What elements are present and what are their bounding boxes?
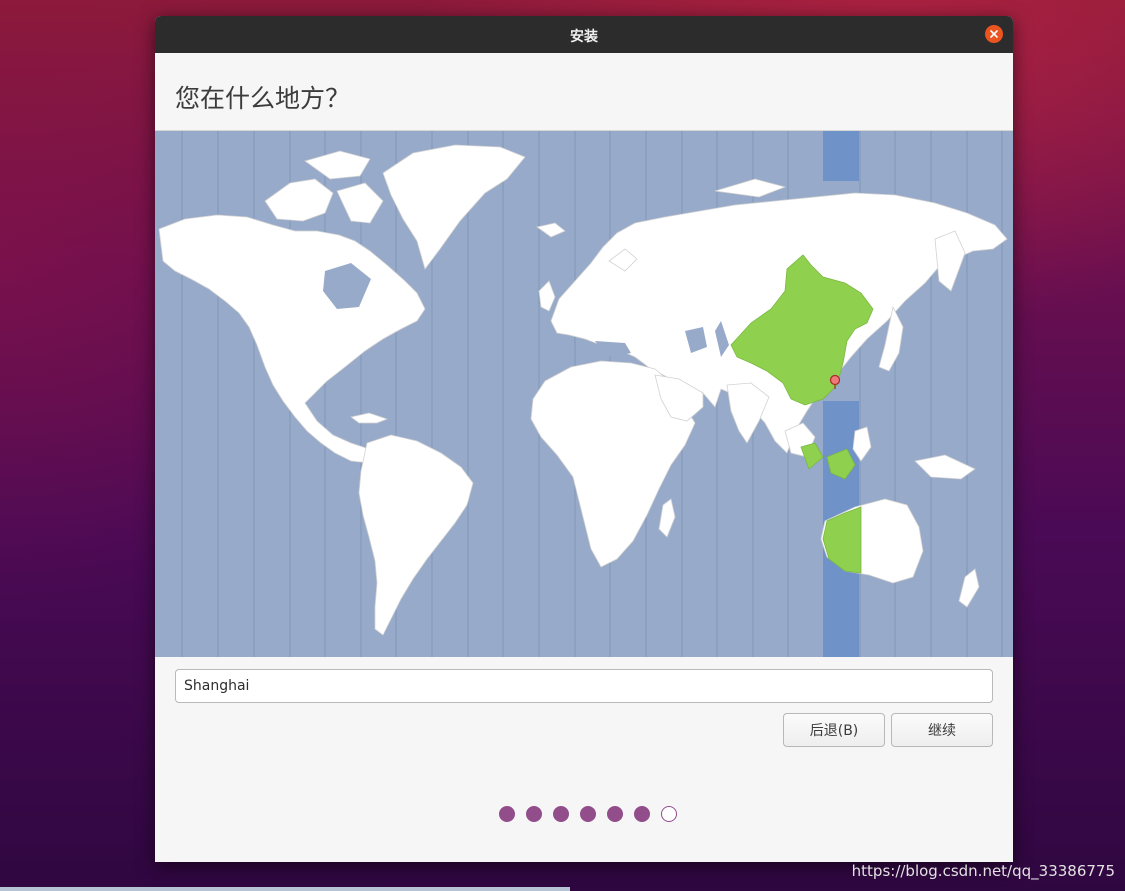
installer-window: 安装 您在什么地方？ Shanghai 后退(B) 继续 xyxy=(155,16,1013,862)
location-input[interactable] xyxy=(175,669,993,703)
watermark: https://blog.csdn.net/qq_33386775 xyxy=(851,862,1115,880)
greenland xyxy=(382,144,526,270)
progress-dot-complete xyxy=(526,806,542,822)
progress-dot-complete xyxy=(499,806,515,822)
progress-dot-complete xyxy=(634,806,650,822)
continue-button-label: 继续 xyxy=(928,723,956,739)
progress-dot-complete xyxy=(580,806,596,822)
world-map-svg xyxy=(158,131,1008,657)
title-bar[interactable]: 安装 xyxy=(155,16,1013,54)
close-icon xyxy=(990,30,998,38)
progress-dot-complete xyxy=(553,806,569,822)
progress-dot-current xyxy=(661,806,677,822)
back-button-label: 后退(B) xyxy=(809,723,859,739)
taskbar-strip xyxy=(0,887,570,891)
continue-button[interactable]: 继续 xyxy=(891,713,993,747)
progress-dot-complete xyxy=(607,806,623,822)
page-title: 您在什么地方？ xyxy=(175,84,351,113)
north-america xyxy=(158,214,426,464)
timezone-map[interactable] xyxy=(155,131,1013,657)
progress-indicator xyxy=(155,806,1013,822)
back-button[interactable]: 后退(B) xyxy=(783,713,885,747)
south-america xyxy=(358,434,474,636)
close-button[interactable] xyxy=(985,25,1003,43)
window-title: 安装 xyxy=(570,29,598,45)
page-header: 您在什么地方？ xyxy=(155,53,1013,131)
selected-timezone-band xyxy=(823,131,859,181)
